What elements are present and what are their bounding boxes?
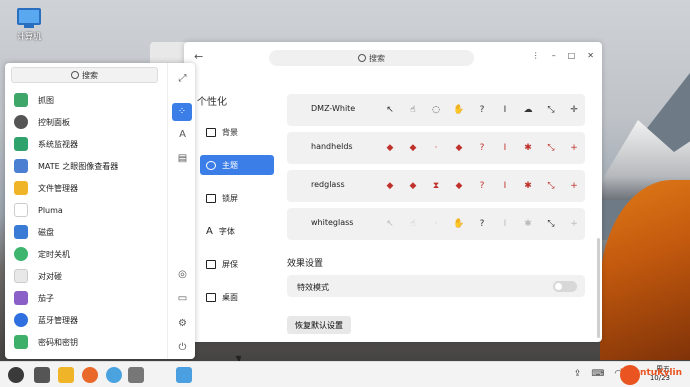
nav-item-lockscreen[interactable]: 锁屏 [200,188,274,208]
disk-icon [14,225,28,239]
folder-icon [14,181,28,195]
nav-item-theme[interactable]: 主题 [200,155,274,175]
app-item-match-game[interactable]: 对对碰 [11,265,163,287]
lock-icon [14,335,28,349]
effects-mode-toggle[interactable] [553,281,577,292]
reset-defaults-button[interactable]: 恢复默认设置 [287,316,351,334]
cursor-theme-name: redglass [311,180,345,189]
back-arrow-icon[interactable]: ← [194,50,203,63]
effects-title: 效果设置 [287,259,324,269]
file-manager-icon[interactable] [58,367,74,383]
software-center-icon[interactable] [106,367,122,383]
start-menu-search-input[interactable]: 搜索 [11,67,158,83]
game-icon [14,269,28,283]
cursor-theme-name: whiteglass [311,218,354,227]
nav-item-screensaver[interactable]: 屏保 [200,254,274,274]
screenshot-icon [14,93,28,107]
text-editor-icon [14,203,28,217]
cursor-theme-row[interactable]: redglass ◆ ◆ ⧗ ◆? I ✱ ⤡ + [287,170,585,202]
cursor-preview-icons: ↖ ☝ ◌ ✋? I ☁ ⤡ ✛ [386,105,578,115]
lockscreen-icon [206,193,216,203]
letter-sort-icon[interactable]: A [177,129,188,140]
bluetooth-icon [14,313,28,327]
app-item-bluetooth[interactable]: 蓝牙管理器 [11,309,163,331]
window-titlebar: ← 搜索 ⋮ – □ ✕ [184,42,602,74]
desktop-icon [206,292,216,302]
upload-icon[interactable]: ⇪ [574,369,582,379]
window-search-input[interactable]: 搜索 [269,50,474,66]
settings-icon[interactable]: ⚙ [177,318,188,329]
cursor-theme-list: DMZ-White ↖ ☝ ◌ ✋? I ☁ ⤡ ✛ handhelds ◆ ◆ · ◆? I ✱ ⤡ + … [287,94,585,246]
personalization-nav: 背景 主题 锁屏 A 字体 屏保 桌面 [200,122,274,320]
app-item-pluma[interactable]: Pluma [11,199,163,221]
category-icon[interactable]: ▤ [177,153,188,164]
desktop-computer-icon[interactable]: 计算机 [12,8,46,42]
camera-icon [14,291,28,305]
cursor-theme-name: handhelds [311,142,353,151]
power-icon[interactable]: ⏻ [177,342,188,353]
all-apps-icon[interactable]: ⁘ [172,103,192,121]
cursor-preview-icons: ◆ ◆ ⧗ ◆? I ✱ ⤡ + [386,181,578,191]
app-item-image-viewer[interactable]: MATE 之眼图像查看器 [11,155,163,177]
app-item-cheese[interactable]: 茄子 [11,287,163,309]
section-title: 个性化 [197,97,227,108]
nav-item-desktop[interactable]: 桌面 [200,287,274,307]
palette-icon [206,160,216,170]
search-icon [358,54,366,62]
scrollbar[interactable] [597,238,600,338]
app-item-file-manager[interactable]: 文件管理器 [11,177,163,199]
app-list: 抓图 控制面板 系统监视器 MATE 之眼图像查看器 文件管理器 Pluma 磁… [11,89,163,353]
app-item-disks[interactable]: 磁盘 [11,221,163,243]
multitask-icon[interactable] [34,367,50,383]
desktop-icon-label: 计算机 [17,32,41,41]
close-icon[interactable]: ✕ [587,51,594,60]
firefox-icon[interactable] [82,367,98,383]
clock-icon [14,247,28,261]
app-item-control-panel[interactable]: 控制面板 [11,111,163,133]
cursor-theme-row[interactable]: whiteglass ↖ ☝ · ✋? I ✱ ⤡ + [287,208,585,240]
search-icon [71,71,79,79]
screenshot-icon[interactable] [176,367,192,383]
gear-icon [14,115,28,129]
nav-item-background[interactable]: 背景 [200,122,274,142]
window-controls: ⋮ – □ ✕ [532,51,594,60]
start-menu: 搜索 抓图 控制面板 系统监视器 MATE 之眼图像查看器 文件管理器 Plum… [5,63,195,359]
start-menu-button[interactable] [8,367,24,383]
personalization-window: ← 搜索 ⋮ – □ ✕ 个性化 背景 主题 锁屏 A 字体 屏保 桌面 DMZ… [184,42,602,342]
effects-mode-row: 特效模式 [287,275,585,297]
app-item-passwords[interactable]: 密码和密钥 [11,331,163,353]
user-icon[interactable]: ◎ [177,269,188,280]
ubuntukylin-watermark: UbuntuKylin [619,368,682,378]
effects-mode-label: 特效模式 [297,283,329,292]
computer-icon [17,8,41,25]
cursor-preview-icons: ◆ ◆ · ◆? I ✱ ⤡ + [386,143,578,153]
computer-icon[interactable]: ▭ [177,293,188,304]
app-item-shutdown-timer[interactable]: 定时关机 [11,243,163,265]
screensaver-icon [206,259,216,269]
cursor-theme-row[interactable]: DMZ-White ↖ ☝ ◌ ✋? I ☁ ⤡ ✛ [287,94,585,126]
menu-icon[interactable]: ⋮ [532,51,540,60]
font-icon: A [206,225,213,237]
app-item-system-monitor[interactable]: 系统监视器 [11,133,163,155]
control-panel-icon[interactable] [128,367,144,383]
start-menu-sidebar: ⤢ ⁘ A ▤ ◎ ▭ ⚙ ⏻ [167,63,195,359]
keyboard-icon[interactable]: ⌨ [591,369,604,379]
nav-item-font[interactable]: A 字体 [200,221,274,241]
taskbar: ⇪ ⌨ ◠ ♪ 周五 10/23 UbuntuKylin [0,361,690,387]
image-icon [206,127,216,137]
cursor-theme-name: DMZ-White [311,104,356,113]
cursor-preview-icons: ↖ ☝ · ✋? I ✱ ⤡ + [386,219,578,229]
app-item-screenshot[interactable]: 抓图 [11,89,163,111]
maximize-icon[interactable]: □ [568,51,576,60]
monitor-chart-icon [14,137,28,151]
image-viewer-icon [14,159,28,173]
cursor-theme-row[interactable]: handhelds ◆ ◆ · ◆? I ✱ ⤡ + [287,132,585,164]
expand-icon[interactable]: ⤢ [177,73,188,84]
minimize-icon[interactable]: – [552,51,556,60]
